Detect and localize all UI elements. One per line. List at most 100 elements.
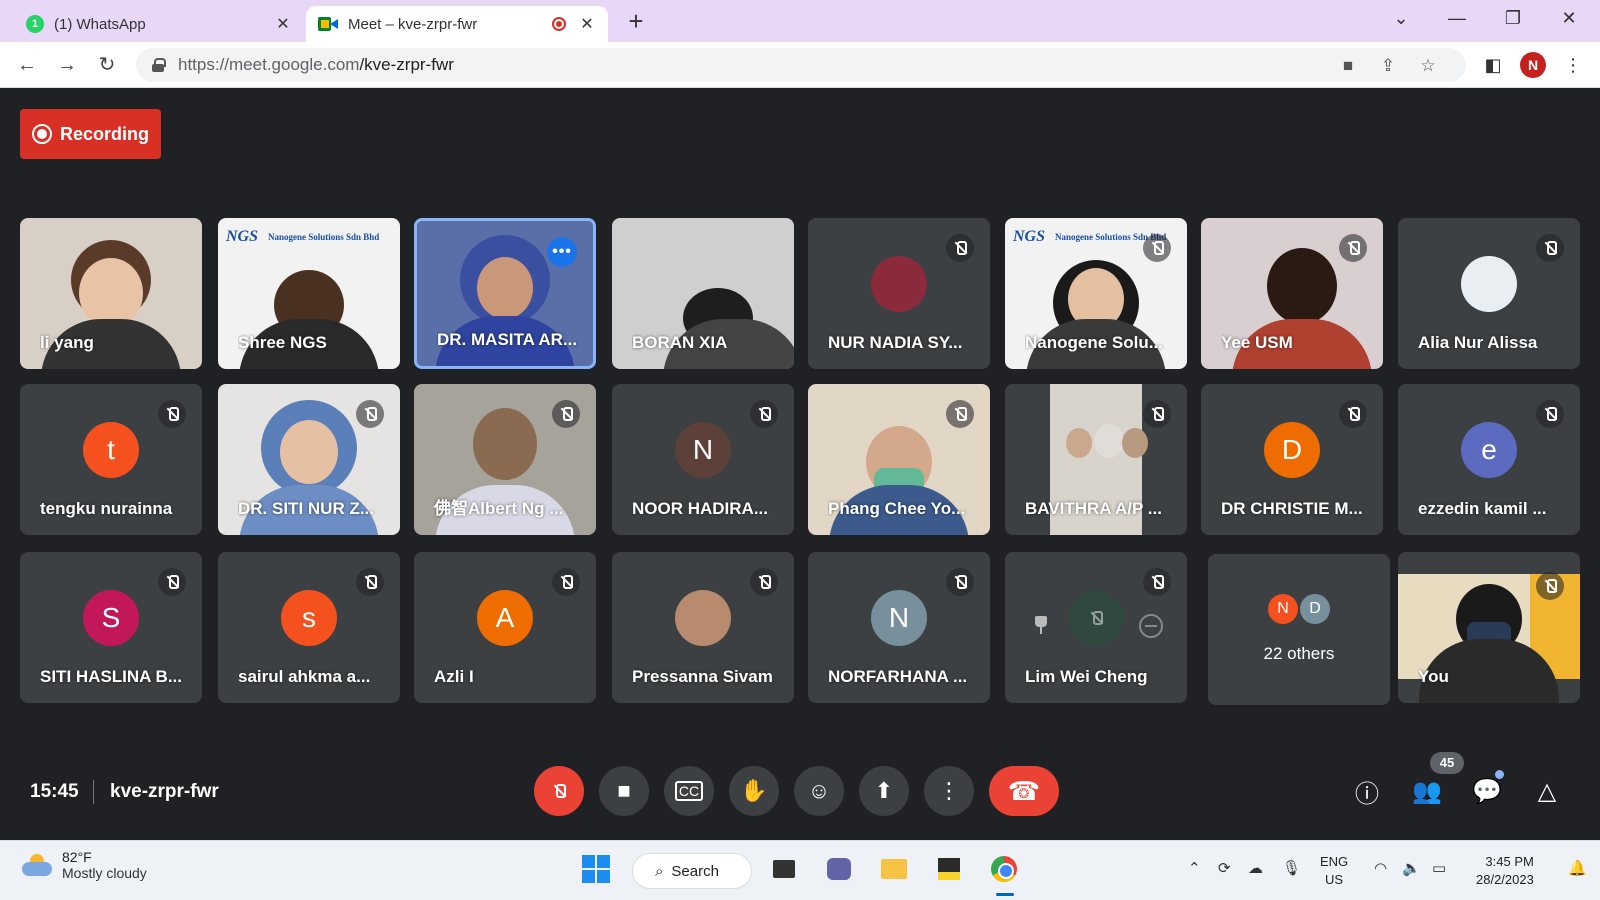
- participant-tile[interactable]: e ezzedin kamil ...: [1398, 384, 1580, 535]
- restore-icon[interactable]: ❐: [1498, 8, 1528, 29]
- recording-badge[interactable]: Recording: [20, 109, 161, 159]
- chat-button[interactable]: 💬: [1470, 774, 1504, 808]
- teams-chat-button[interactable]: [821, 851, 857, 887]
- participant-tile[interactable]: s sairul ahkma a...: [218, 552, 400, 703]
- leave-call-button[interactable]: ☎: [989, 766, 1059, 816]
- input-language[interactable]: ENG US: [1320, 853, 1348, 889]
- captions-icon: CC: [674, 781, 704, 801]
- notifications-icon[interactable]: 🔔: [1568, 859, 1587, 877]
- tab-search-icon[interactable]: ⌄: [1386, 8, 1416, 29]
- microphone-icon[interactable]: 🎙: [1282, 859, 1301, 877]
- participant-tile[interactable]: NUR NADIA SY...: [808, 218, 990, 369]
- participant-name: Pressanna Sivam: [632, 667, 773, 686]
- more-options-icon[interactable]: •••: [547, 237, 577, 267]
- onedrive-icon[interactable]: ☁: [1248, 859, 1263, 877]
- side-panel-icon[interactable]: ◧: [1480, 52, 1506, 78]
- reactions-button[interactable]: ☺: [794, 766, 844, 816]
- participant-tile[interactable]: 佛智Albert Ng ...: [414, 384, 596, 535]
- profile-avatar[interactable]: N: [1520, 52, 1546, 78]
- participant-tile[interactable]: li yang: [20, 218, 202, 369]
- share-icon[interactable]: ⇪: [1376, 56, 1400, 76]
- participant-tile[interactable]: Lim Wei Cheng: [1005, 552, 1187, 703]
- hang-up-icon: ☎: [1007, 775, 1041, 806]
- participant-tile[interactable]: N NOOR HADIRA...: [612, 384, 794, 535]
- ngs-logo: NGS: [1013, 228, 1046, 245]
- close-tab-icon[interactable]: ✕: [274, 14, 292, 34]
- weather-widget[interactable]: 82°F Mostly cloudy: [22, 849, 147, 881]
- taskbar-search[interactable]: ⌕ Search: [632, 853, 752, 889]
- teams-chat-icon: [827, 858, 851, 880]
- participant-name: NUR NADIA SY...: [828, 333, 963, 352]
- cloudy-weather-icon: [22, 854, 52, 876]
- taskbar-clock[interactable]: 3:45 PM 28/2/2023: [1476, 853, 1534, 889]
- minimize-icon[interactable]: —: [1442, 8, 1472, 29]
- people-button[interactable]: 👥: [1410, 774, 1444, 808]
- more-vert-icon: ⋮: [938, 778, 960, 803]
- lock-icon: [152, 58, 166, 72]
- chrome-taskbar-button[interactable]: [986, 851, 1022, 887]
- muted-mic-icon: [946, 568, 974, 596]
- participant-tile[interactable]: BAVITHRA A/P ...: [1005, 384, 1187, 535]
- remove-icon[interactable]: [1139, 614, 1163, 638]
- bookmark-star-icon[interactable]: ☆: [1416, 56, 1440, 76]
- participant-tile[interactable]: Pressanna Sivam: [612, 552, 794, 703]
- participant-tile[interactable]: A Azli I: [414, 552, 596, 703]
- recording-indicator-icon: [552, 17, 566, 31]
- participant-tile[interactable]: S SITI HASLINA B...: [20, 552, 202, 703]
- participant-name: sairul ahkma a...: [238, 667, 371, 686]
- participant-tile[interactable]: NGS Nanogene Solutions Sdn Bhd Shree NGS: [218, 218, 400, 369]
- muted-mic-icon: [946, 234, 974, 262]
- sticky-notes-button[interactable]: [931, 851, 967, 887]
- present-icon: ⬆: [874, 778, 894, 803]
- file-explorer-button[interactable]: [876, 851, 912, 887]
- raise-hand-button[interactable]: ✋: [729, 766, 779, 816]
- address-bar[interactable]: https://meet.google.com/kve-zrpr-fwr ■ ⇪…: [136, 48, 1466, 82]
- task-view-button[interactable]: [766, 851, 802, 887]
- camera-icon[interactable]: ■: [1336, 56, 1360, 76]
- microphone-toggle-button[interactable]: [534, 766, 584, 816]
- muted-mic-icon: [552, 568, 580, 596]
- meeting-details-button[interactable]: ⓘ: [1350, 774, 1384, 808]
- muted-mic-icon: [356, 568, 384, 596]
- self-view-tile[interactable]: You: [1398, 552, 1580, 703]
- participant-tile[interactable]: t tengku nurainna: [20, 384, 202, 535]
- wifi-icon[interactable]: ◠: [1374, 859, 1387, 877]
- participant-tile[interactable]: Yee USM: [1201, 218, 1383, 369]
- camera-toggle-button[interactable]: ■: [599, 766, 649, 816]
- participant-tile[interactable]: BORAN XIA: [612, 218, 794, 369]
- menu-kebab-icon[interactable]: ⋮: [1560, 52, 1586, 78]
- muted-mic-icon: [750, 568, 778, 596]
- others-tile[interactable]: N D 22 others: [1208, 554, 1390, 705]
- active-app-indicator: [996, 893, 1014, 896]
- participant-tile-active-speaker[interactable]: ••• DR. MASITA AR...: [414, 218, 596, 369]
- volume-icon[interactable]: 🔈: [1402, 859, 1421, 877]
- activities-button[interactable]: △: [1530, 774, 1564, 808]
- new-tab-button[interactable]: +: [622, 8, 650, 36]
- participant-name: NORFARHANA ...: [828, 667, 968, 686]
- battery-icon[interactable]: ▭: [1432, 859, 1446, 877]
- participant-tile[interactable]: DR. SITI NUR Z...: [218, 384, 400, 535]
- reload-icon[interactable]: ↻: [94, 52, 120, 78]
- tab-meet[interactable]: Meet – kve-zrpr-fwr ✕: [306, 6, 608, 42]
- participant-tile[interactable]: NGS Nanogene Solutions Sdn Bhd Nanogene …: [1005, 218, 1187, 369]
- captions-button[interactable]: CC: [664, 766, 714, 816]
- show-hidden-icons-icon[interactable]: ⌃: [1188, 859, 1201, 877]
- tab-whatsapp[interactable]: 1 (1) WhatsApp ✕: [14, 6, 304, 42]
- muted-mic-icon: [1536, 400, 1564, 428]
- back-icon[interactable]: ←: [14, 52, 40, 78]
- participant-tile[interactable]: Alia Nur Alissa: [1398, 218, 1580, 369]
- participant-name: Shree NGS: [238, 333, 327, 352]
- close-window-icon[interactable]: ✕: [1554, 8, 1584, 29]
- present-screen-button[interactable]: ⬆: [859, 766, 909, 816]
- participant-tile[interactable]: Phang Chee Yo...: [808, 384, 990, 535]
- muted-mic-icon: [750, 400, 778, 428]
- close-tab-icon[interactable]: ✕: [578, 14, 596, 34]
- more-options-button[interactable]: ⋮: [924, 766, 974, 816]
- pin-icon[interactable]: [1035, 616, 1047, 634]
- forward-icon[interactable]: →: [54, 52, 80, 78]
- mute-participant-icon[interactable]: [1068, 590, 1124, 646]
- start-button[interactable]: [578, 851, 614, 887]
- participant-tile[interactable]: D DR CHRISTIE M...: [1201, 384, 1383, 535]
- sync-icon[interactable]: ⟳: [1218, 859, 1231, 877]
- participant-tile[interactable]: N NORFARHANA ...: [808, 552, 990, 703]
